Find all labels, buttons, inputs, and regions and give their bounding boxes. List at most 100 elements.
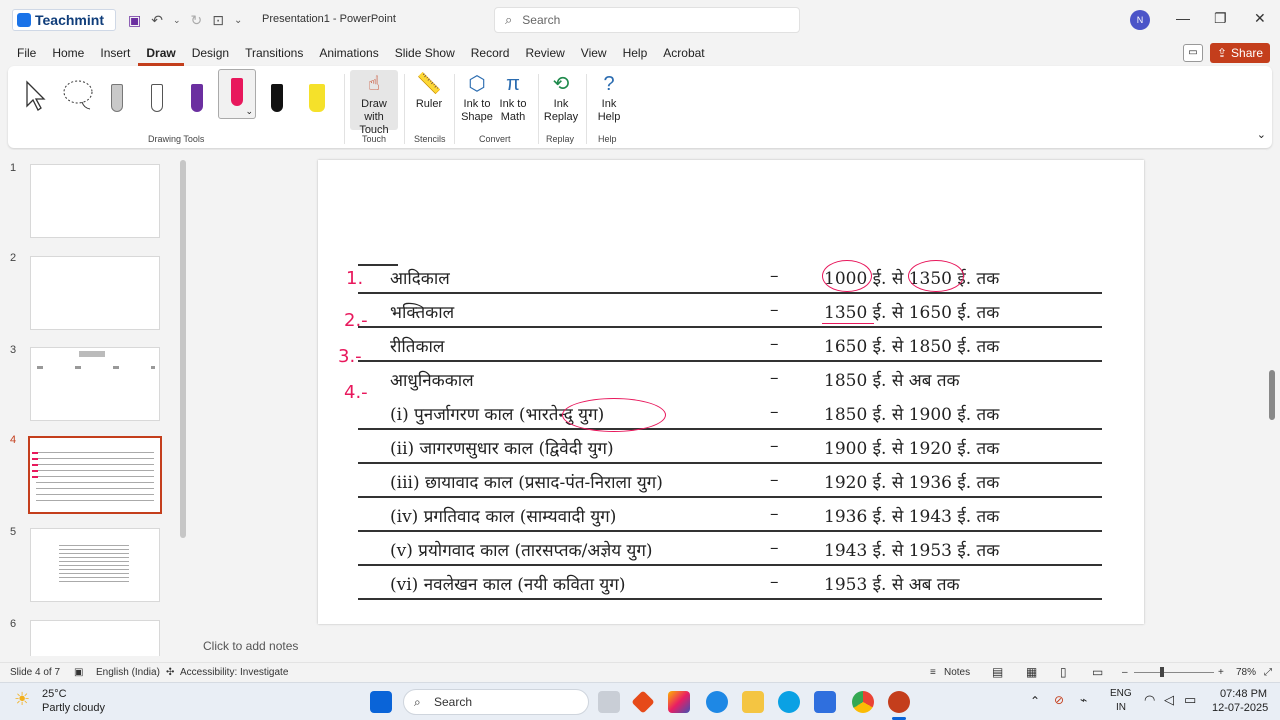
tray-app-icon[interactable]: ⊘ — [1054, 693, 1064, 707]
wifi-icon[interactable]: ◠ — [1144, 692, 1155, 708]
zoom-out-icon[interactable]: – — [1122, 667, 1128, 678]
thumbnail-scrollbar[interactable] — [180, 160, 186, 538]
eraser-tool[interactable] — [104, 72, 130, 112]
clock-date[interactable]: 12-07-2025 — [1212, 702, 1268, 714]
chrome-icon[interactable] — [852, 691, 874, 713]
restore-icon[interactable]: ❐ — [1214, 10, 1227, 27]
select-tool[interactable] — [22, 72, 48, 112]
task-view-icon[interactable] — [598, 691, 620, 713]
slide-thumbnail-selected[interactable] — [28, 436, 162, 514]
pen-purple-tool[interactable] — [184, 72, 210, 112]
tab-transitions[interactable]: Transitions — [237, 40, 311, 66]
notes-placeholder: Click to add notes — [203, 639, 299, 653]
battery-icon[interactable]: ▭ — [1184, 692, 1196, 708]
undo-dropdown-icon[interactable]: ⌄ — [173, 15, 181, 26]
slide-scrollbar[interactable] — [1269, 370, 1275, 420]
undo-icon[interactable]: ↶ — [151, 12, 163, 29]
search-box[interactable]: ⌕ Search — [494, 7, 800, 33]
close-icon[interactable]: ✕ — [1254, 10, 1266, 27]
period-name: (iv) प्रगतिवाद काल (साम्यवादी युग) — [390, 507, 617, 527]
ink-replay-button[interactable]: ⟲ Ink Replay — [542, 70, 580, 124]
taskbar-search[interactable]: ⌕ Search — [403, 689, 589, 715]
store-icon[interactable] — [814, 691, 836, 713]
normal-view-icon[interactable]: ▤ — [992, 665, 1003, 679]
weather-description[interactable]: Partly cloudy — [42, 702, 105, 714]
comments-icon[interactable]: ▭ — [1183, 44, 1203, 62]
language-bottom[interactable]: IN — [1116, 702, 1126, 713]
tray-app-icon[interactable]: ⌁ — [1080, 693, 1087, 707]
zoom-level[interactable]: 78% — [1236, 667, 1256, 678]
tab-insert[interactable]: Insert — [92, 40, 138, 66]
language-indicator[interactable]: English (India) — [96, 667, 160, 678]
tray-overflow-icon[interactable]: ⌃ — [1030, 694, 1040, 708]
edge-icon[interactable] — [778, 691, 800, 713]
period-range: 1850 ई. से 1900 ई. तक — [824, 405, 1000, 425]
ink-number-annotation: 4.- — [344, 382, 368, 403]
weather-temp[interactable]: 25°C — [42, 688, 67, 700]
save-icon[interactable]: ▣ — [128, 12, 141, 29]
tab-help[interactable]: Help — [615, 40, 656, 66]
share-button[interactable]: ⇪ Share — [1210, 43, 1270, 63]
tab-design[interactable]: Design — [184, 40, 237, 66]
reading-view-icon[interactable]: ▯ — [1060, 665, 1067, 679]
teachmint-logo[interactable]: Teachmint — [12, 9, 116, 31]
customize-toolbar-icon[interactable]: ⌄ — [234, 15, 242, 26]
slide-thumbnail[interactable] — [30, 256, 160, 330]
app-red-diamond-icon[interactable] — [631, 690, 655, 714]
user-avatar[interactable]: N — [1130, 10, 1150, 30]
tab-view[interactable]: View — [573, 40, 615, 66]
volume-icon[interactable]: ◁ — [1164, 692, 1174, 708]
pen-pink-tool[interactable]: ⌄ — [218, 69, 256, 119]
zoom-slider-thumb[interactable] — [1160, 667, 1164, 677]
spelling-icon[interactable]: ▣ — [74, 667, 83, 678]
action-pen-tool[interactable] — [144, 72, 170, 112]
tab-draw[interactable]: Draw — [138, 40, 184, 66]
tab-review[interactable]: Review — [517, 40, 572, 66]
ink-number-annotation: 2.- — [344, 310, 368, 331]
notes-button[interactable]: Notes — [944, 667, 970, 678]
lasso-select-tool[interactable] — [62, 72, 96, 112]
powerpoint-taskbar-icon[interactable] — [888, 691, 910, 713]
redo-icon[interactable]: ↻ — [191, 12, 203, 29]
pen-black-tool[interactable] — [264, 72, 290, 112]
quick-access-toolbar: ▣ ↶ ⌄ ↻ ⊡ ⌄ — [128, 12, 242, 29]
slide-thumbnail[interactable] — [30, 620, 160, 656]
language-top[interactable]: ENG — [1110, 688, 1132, 699]
ink-to-math-button[interactable]: π Ink to Math — [494, 70, 532, 124]
highlighter-yellow-tool[interactable] — [304, 72, 330, 112]
tab-file[interactable]: File — [9, 40, 44, 66]
edge-alt-icon[interactable] — [706, 691, 728, 713]
clock-time[interactable]: 07:48 PM — [1220, 688, 1267, 700]
tab-acrobat[interactable]: Acrobat — [655, 40, 712, 66]
present-icon[interactable]: ⊡ — [212, 12, 224, 29]
draw-with-touch-label: Draw with Touch — [359, 98, 389, 136]
tab-record[interactable]: Record — [463, 40, 518, 66]
slideshow-view-icon[interactable]: ▭ — [1092, 665, 1103, 679]
zoom-slider[interactable] — [1134, 672, 1214, 673]
ink-help-button[interactable]: ? Ink Help — [590, 70, 628, 124]
file-explorer-icon[interactable] — [742, 691, 764, 713]
notes-pane[interactable]: Click to add notes — [190, 634, 1266, 658]
draw-with-touch-button[interactable]: ☝ Draw with Touch — [350, 70, 398, 136]
slide[interactable]: आदिकाल – 1000 ई. से 1350 ई. तक भक्तिकाल … — [318, 160, 1144, 624]
period-row: (iii) छायावाद काल (प्रसाद-पंत-निराला युग… — [358, 464, 1102, 498]
copilot-icon[interactable] — [668, 691, 690, 713]
zoom-in-icon[interactable]: + — [1218, 667, 1224, 678]
fit-to-window-icon[interactable]: ⤢ — [1264, 667, 1272, 678]
windows-start-icon[interactable] — [370, 691, 392, 713]
minimize-icon[interactable]: — — [1176, 10, 1190, 26]
slide-sorter-icon[interactable]: ▦ — [1026, 665, 1037, 679]
period-name: रीतिकाल — [390, 337, 445, 357]
accessibility-status[interactable]: Accessibility: Investigate — [180, 667, 288, 678]
tab-home[interactable]: Home — [44, 40, 92, 66]
slide-thumbnail[interactable] — [30, 164, 160, 238]
pen-options-chevron-icon[interactable]: ⌄ — [245, 106, 253, 117]
collapse-ribbon-icon[interactable]: ⌄ — [1257, 128, 1266, 141]
ink-to-shape-button[interactable]: ⬡ Ink to Shape — [458, 70, 496, 124]
slide-thumbnail[interactable] — [30, 347, 160, 421]
tab-slide-show[interactable]: Slide Show — [387, 40, 463, 66]
tab-animations[interactable]: Animations — [311, 40, 386, 66]
ruler-button[interactable]: 📏 Ruler — [410, 70, 448, 111]
stencils-group-label: Stencils — [414, 134, 446, 144]
slide-thumbnail[interactable] — [30, 528, 160, 602]
